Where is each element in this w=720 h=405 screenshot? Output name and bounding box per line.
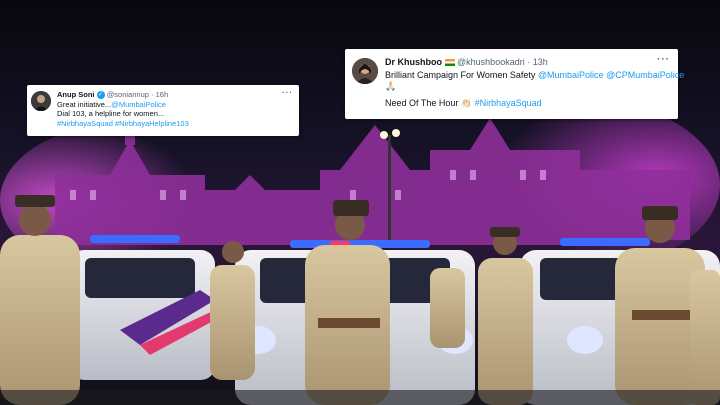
- mention-link[interactable]: @CPMumbaiPolice: [606, 70, 684, 80]
- tweet-line: Brilliant Campaign For Women Safety: [385, 70, 538, 80]
- author-handle[interactable]: @khushbookadri: [457, 57, 525, 67]
- tweet-line: Need Of The Hour 👏🏻: [385, 97, 475, 108]
- hashtag-link[interactable]: #NirbhayaSquad: [475, 98, 542, 108]
- hashtag-links[interactable]: #NirbhayaSquad #NirbhayaHelpline103: [57, 119, 189, 128]
- more-options-icon[interactable]: ···: [657, 54, 670, 65]
- avatar[interactable]: [31, 91, 51, 111]
- tweet-timestamp[interactable]: 13h: [533, 57, 548, 67]
- author-name[interactable]: Anup Soni: [57, 90, 95, 99]
- person-icon: [352, 58, 378, 84]
- tweet-line: Great initiative...: [57, 100, 112, 109]
- tweet-line: Dial 103, a helpline for women...: [57, 109, 165, 119]
- author-handle[interactable]: @soniannup: [107, 90, 149, 99]
- avatar[interactable]: [352, 58, 378, 84]
- tweet-header: Dr Khushboo @khushbookadri · 13h: [385, 57, 548, 67]
- tweet-timestamp[interactable]: 16h: [156, 90, 169, 99]
- verified-badge-icon: ✓: [96, 91, 105, 100]
- person-icon: [31, 91, 51, 111]
- tweet-card-dr-khushboo[interactable]: Dr Khushboo @khushbookadri · 13h ··· Bri…: [345, 49, 684, 119]
- tweet-header: Anup Soni ✓ @soniannup · 16h: [57, 90, 169, 100]
- mention-link[interactable]: @MumbaiPolice: [111, 100, 166, 109]
- mention-link[interactable]: @MumbaiPolice: [538, 70, 604, 80]
- more-options-icon[interactable]: ···: [282, 88, 293, 97]
- tweet-card-anup-soni[interactable]: Anup Soni ✓ @soniannup · 16h ··· Great i…: [27, 85, 299, 136]
- tweet-text: Brilliant Campaign For Women Safety @Mum…: [385, 70, 684, 109]
- india-flag-icon: [444, 59, 455, 67]
- tweet-text: Great initiative...@MumbaiPolice Dial 10…: [57, 100, 189, 128]
- author-name[interactable]: Dr Khushboo: [385, 57, 442, 67]
- folded-hands-emoji: 🙏🏻: [385, 81, 397, 92]
